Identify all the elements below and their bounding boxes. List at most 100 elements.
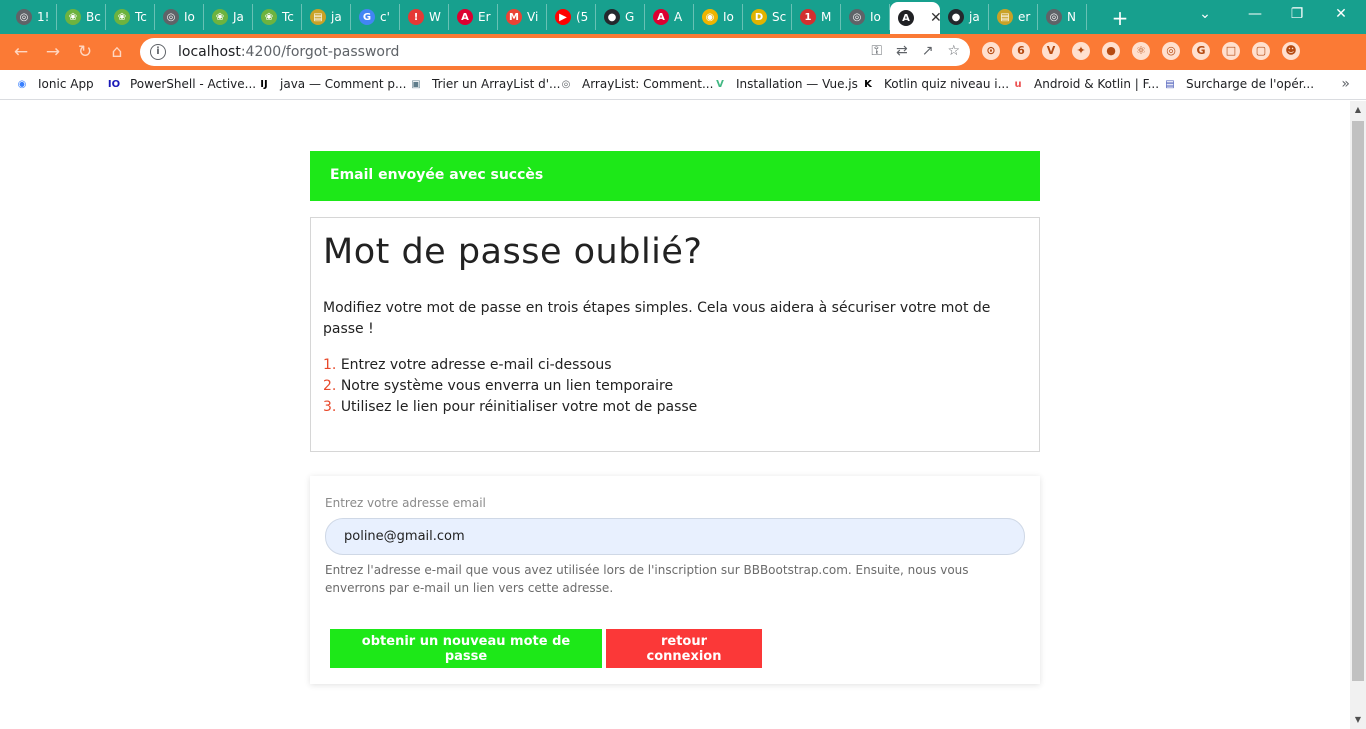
bookmarks-overflow-icon[interactable]: » <box>1341 76 1350 92</box>
restore-icon[interactable]: ❐ <box>1287 6 1307 22</box>
extension-icon[interactable]: ⊙ <box>982 42 1000 60</box>
bookmark-label: ArrayList: Comment... <box>582 77 714 91</box>
bookmark-label: Trier un ArrayList d'... <box>432 77 561 91</box>
home-icon[interactable]: ⌂ <box>106 41 128 63</box>
step-text: Notre système vous enverra un lien tempo… <box>340 378 674 394</box>
tab-label: ja <box>331 10 342 24</box>
browser-tab[interactable]: ❀ Bc <box>57 4 106 30</box>
bookmark-star-icon[interactable]: ☆ <box>947 43 960 59</box>
github-icon: ● <box>948 9 964 25</box>
forward-arrow-icon[interactable]: → <box>42 41 64 63</box>
scroll-up-arrow-icon[interactable]: ▲ <box>1350 103 1366 117</box>
sidebar-icon[interactable]: ▢ <box>1252 42 1270 60</box>
tab-label: Ja <box>233 10 244 24</box>
back-arrow-icon[interactable]: ← <box>10 41 32 63</box>
bookmark-item[interactable]: ◉ Ionic App <box>14 76 94 92</box>
extension-icon[interactable]: ● <box>1102 42 1120 60</box>
d-icon: D <box>751 9 767 25</box>
browser-tab[interactable]: ◎ 1! <box>8 4 57 30</box>
bookmark-label: Ionic App <box>38 77 94 91</box>
browser-tab[interactable]: ◎ N <box>1038 4 1087 30</box>
extension-icon[interactable]: 6 <box>1012 42 1030 60</box>
extension-icon[interactable]: ✦ <box>1072 42 1090 60</box>
tab-label: Tc <box>282 10 294 24</box>
browser-tab[interactable]: AA <box>645 4 694 30</box>
back-to-login-button[interactable]: retour connexion <box>606 629 762 668</box>
browser-tab[interactable]: A ✕ <box>890 2 940 34</box>
bookmark-item[interactable]: ▤ Surcharge de l'opér... <box>1162 76 1314 92</box>
vuejs-devtools-icon[interactable]: V <box>1042 42 1060 60</box>
browser-tab[interactable]: ❀ Tc <box>106 4 155 30</box>
ionic-icon: ◉ <box>17 78 27 90</box>
browser-tab[interactable]: ❀ Ja <box>204 4 253 30</box>
udemy-icon: u <box>1014 78 1022 90</box>
alert-text: Email envoyée avec succès <box>330 167 544 183</box>
bookmark-item[interactable]: V Installation — Vue.js <box>712 76 858 92</box>
browser-tab[interactable]: ◉ Io <box>694 4 743 30</box>
success-alert: Email envoyée avec succès <box>310 151 1040 201</box>
new-tab-plus-icon[interactable]: + <box>1110 6 1130 30</box>
bookmark-item[interactable]: IJ java — Comment p... <box>256 76 406 92</box>
badge-icon: 1 <box>800 9 816 25</box>
share-icon[interactable]: ↗ <box>922 43 934 59</box>
browser-tab[interactable]: ◎ Io <box>155 4 204 30</box>
browser-tab[interactable]: A Er <box>449 4 498 30</box>
page-title: Mot de passe oublié? <box>323 232 703 272</box>
close-icon[interactable]: ✕ <box>930 10 940 26</box>
reload-icon[interactable]: ↻ <box>74 41 96 63</box>
globe-icon: ◎ <box>561 78 571 90</box>
book-icon: ▤ <box>310 9 326 25</box>
close-window-icon[interactable]: ✕ <box>1331 6 1351 22</box>
translate-icon[interactable]: ⇄ <box>896 43 908 59</box>
profile-avatar-icon[interactable]: ☻ <box>1282 42 1300 60</box>
step-item: 1. Entrez votre adresse e-mail ci-dessou… <box>323 355 1027 376</box>
vertical-scrollbar[interactable]: ▲ ▼ <box>1350 101 1366 729</box>
puzzle-icon[interactable]: □ <box>1222 42 1240 60</box>
extension-icon[interactable]: ◎ <box>1162 42 1180 60</box>
tab-label: N <box>1067 10 1076 24</box>
browser-tab[interactable]: 1M <box>792 4 841 30</box>
browser-tab[interactable]: ❀ Tc <box>253 4 302 30</box>
email-label: Entrez votre adresse email <box>325 496 486 510</box>
bookmark-item[interactable]: u Android & Kotlin | F... <box>1010 76 1159 92</box>
browser-tab[interactable]: D Sc <box>743 4 792 30</box>
tab-label: W <box>429 10 441 24</box>
browser-tab[interactable]: ! W <box>400 4 449 30</box>
globe-icon: ◎ <box>1046 9 1062 25</box>
step-text: Utilisez le lien pour réinitialiser votr… <box>340 399 698 415</box>
google-icon: G <box>359 9 375 25</box>
tab-label: Io <box>870 10 881 24</box>
browser-tab[interactable]: Gc' <box>351 4 400 30</box>
bookmark-label: PowerShell - Active... <box>130 77 257 91</box>
react-devtools-icon[interactable]: ⚛ <box>1132 42 1150 60</box>
key-icon[interactable]: ⚿ <box>871 43 882 59</box>
scrollbar-thumb[interactable] <box>1352 121 1364 681</box>
browser-tab[interactable]: ● G <box>596 4 645 30</box>
google-translate-icon[interactable]: G <box>1192 42 1210 60</box>
bookmark-item[interactable]: ◎ ArrayList: Comment... <box>558 76 714 92</box>
browser-tab[interactable]: ▤ ja <box>302 4 351 30</box>
email-form: Entrez votre adresse email Entrez l'adre… <box>310 476 1040 684</box>
email-field[interactable] <box>325 518 1025 555</box>
bookmark-label: Kotlin quiz niveau i... <box>884 77 1010 91</box>
scroll-down-arrow-icon[interactable]: ▼ <box>1350 713 1366 727</box>
bookmark-item[interactable]: IO PowerShell - Active... <box>106 76 256 92</box>
browser-tab[interactable]: ▤ er <box>989 4 1038 30</box>
browser-tab[interactable]: M Vi <box>498 4 547 30</box>
extension-icons: ⊙ 6 V ✦ ● ⚛ ◎ G □ ▢ ☻ <box>982 42 1300 60</box>
step-number: 1. <box>323 357 337 373</box>
chevron-down-icon[interactable]: ⌄ <box>1195 6 1215 22</box>
bookmark-item[interactable]: ▣ Trier un ArrayList d'... <box>408 76 560 92</box>
form-actions: obtenir un nouveau mote de passe retour … <box>330 629 762 668</box>
tab-label: Bc <box>86 10 101 24</box>
step-item: 3. Utilisez le lien pour réinitialiser v… <box>323 397 1027 418</box>
address-bar[interactable]: i localhost:4200/forgot-password ⚿ ⇄ ↗ ☆ <box>140 38 970 66</box>
browser-tab[interactable]: ▶ (5 <box>547 4 596 30</box>
book-icon: ▤ <box>1165 78 1175 90</box>
get-new-password-button[interactable]: obtenir un nouveau mote de passe <box>330 629 602 668</box>
browser-tab[interactable]: ◎ Io <box>841 4 890 30</box>
site-info-icon[interactable]: i <box>150 44 166 60</box>
browser-tab[interactable]: ● ja <box>940 4 989 30</box>
bookmark-item[interactable]: K Kotlin quiz niveau i... <box>860 76 1009 92</box>
minimize-icon[interactable]: — <box>1245 6 1265 22</box>
